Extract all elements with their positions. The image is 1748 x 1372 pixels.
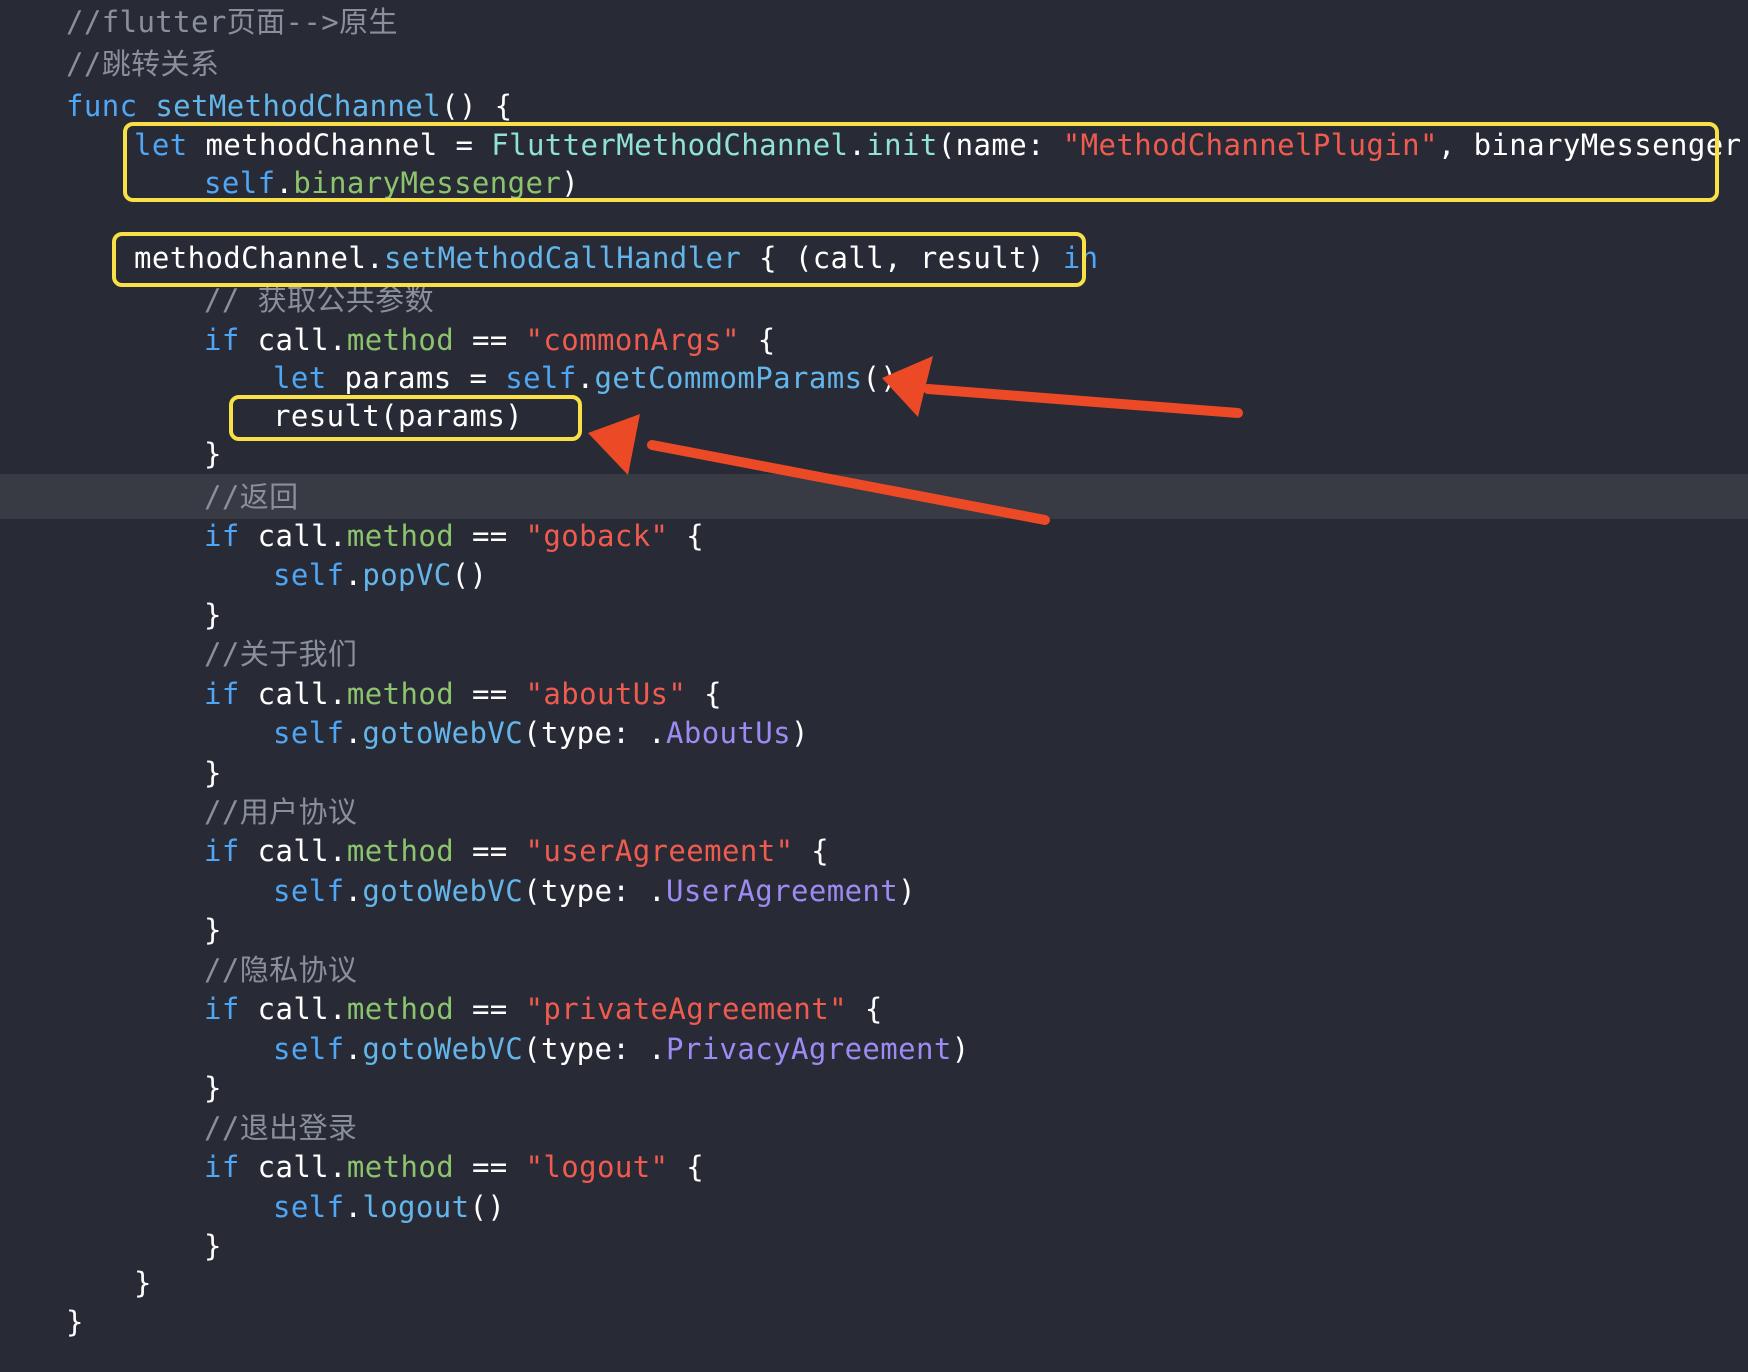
arrow-to-result-shaft [647, 440, 1050, 525]
arrow-to-get-params-head [882, 356, 933, 417]
arrow-to-get-params-shaft [923, 384, 1243, 418]
code-editor[interactable]: //flutter页面-->原生//跳转关系 func setMethodChan… [0, 0, 1748, 1372]
arrow-to-result-head [588, 414, 640, 475]
annotation-arrows [588, 356, 1243, 525]
